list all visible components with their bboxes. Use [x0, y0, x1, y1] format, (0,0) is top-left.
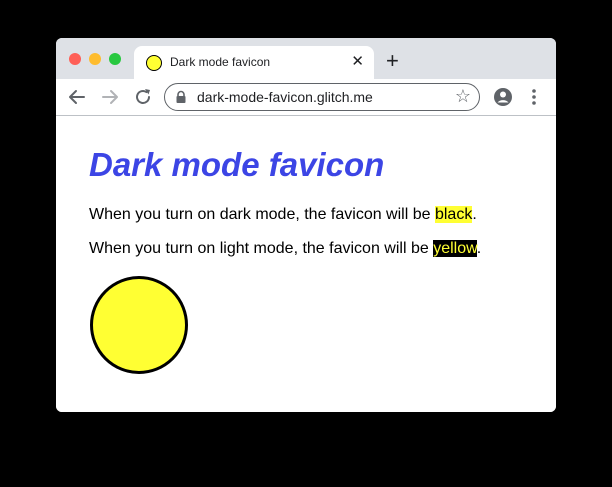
browser-window: Dark mode favicon ✕ + dark-mode-favicon.…: [56, 38, 556, 412]
page-content: Dark mode favicon When you turn on dark …: [56, 116, 556, 412]
window-maximize-button[interactable]: [109, 53, 121, 65]
tab-strip: Dark mode favicon ✕ +: [56, 38, 556, 79]
window-minimize-button[interactable]: [89, 53, 101, 65]
highlight-yellow-word: yellow: [433, 240, 477, 257]
dark-mode-paragraph: When you turn on dark mode, the favicon …: [89, 206, 477, 224]
url-text[interactable]: dark-mode-favicon.glitch.me: [197, 89, 373, 105]
page-heading: Dark mode favicon: [89, 146, 385, 183]
dark-mode-period: .: [472, 206, 477, 223]
star-icon[interactable]: ☆: [455, 87, 471, 105]
tab-dark-mode-favicon[interactable]: Dark mode favicon ✕: [134, 46, 374, 79]
yellow-circle-image: [90, 276, 188, 374]
account-icon[interactable]: [492, 86, 514, 108]
highlight-black-word: black: [434, 206, 473, 223]
forward-arrow-icon[interactable]: [99, 86, 121, 108]
light-mode-period: .: [476, 240, 482, 257]
dark-mode-text: When you turn on dark mode, the favicon …: [89, 206, 435, 223]
reload-icon[interactable]: [132, 86, 154, 108]
yellow-circle-favicon-icon: [146, 55, 162, 71]
tab-close-icon[interactable]: ✕: [351, 53, 364, 71]
back-arrow-icon[interactable]: [66, 86, 88, 108]
window-close-button[interactable]: [69, 53, 81, 65]
browser-toolbar: dark-mode-favicon.glitch.me ☆: [56, 79, 556, 116]
more-menu-icon[interactable]: [523, 86, 545, 108]
light-mode-paragraph: When you turn on light mode, the favicon…: [89, 240, 481, 258]
tab-title: Dark mode favicon: [170, 55, 271, 69]
new-tab-plus-icon[interactable]: +: [386, 50, 399, 72]
address-bar[interactable]: dark-mode-favicon.glitch.me ☆: [164, 83, 480, 111]
light-mode-text: When you turn on light mode, the favicon…: [89, 240, 434, 257]
lock-icon[interactable]: [175, 90, 187, 109]
